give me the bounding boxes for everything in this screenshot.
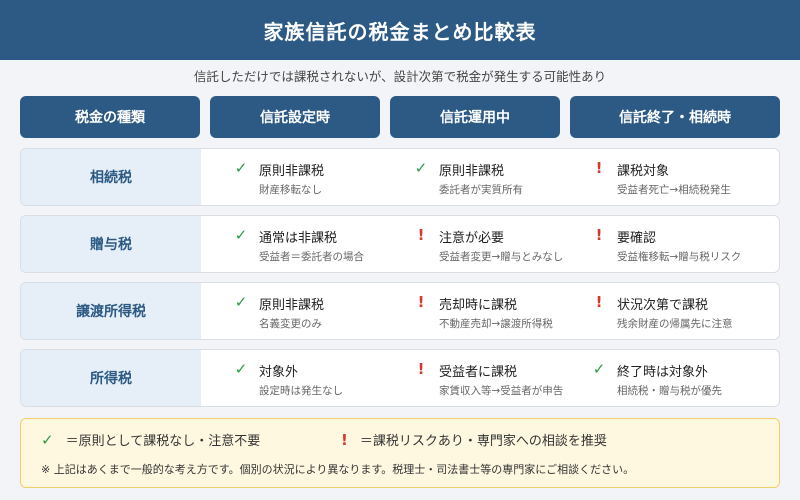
table-cell: ✓ 原則非課税 委託者が実質所有	[413, 149, 583, 205]
check-icon: ✓	[234, 293, 248, 311]
table-cell: ✓ 原則非課税 財産移転なし	[233, 149, 403, 205]
row-label: 相続税	[21, 149, 201, 205]
table-cell: ! 課税対象 受益者死亡→相続税発生	[591, 149, 776, 205]
table-row: 譲渡所得税 ✓ 原則非課税 名義変更のみ ! 売却時に課税 不動産売却→譲渡所得…	[20, 282, 780, 340]
table-cell: ! 状況次第で課税 残余財産の帰属先に注意	[591, 283, 776, 339]
cell-status: 原則非課税	[259, 164, 325, 179]
cell-note: 名義変更のみ	[259, 318, 322, 330]
cell-note: 受益権移転→贈与税リスク	[617, 251, 742, 263]
row-label: 譲渡所得税	[21, 283, 201, 339]
cell-status: 対象外	[259, 365, 299, 380]
page-subtitle: 信託しただけでは課税されないが、設計次第で税金が発生する可能性あり	[193, 69, 607, 84]
table-row: 贈与税 ✓ 通常は非課税 受益者＝委託者の場合 ! 注意が必要 受益者変更→贈与…	[20, 215, 780, 273]
cell-note: 不動産売却→譲渡所得税	[439, 318, 553, 330]
column-header-tax-type: 税金の種類	[20, 96, 200, 138]
page-title: 家族信託の税金まとめ比較表	[0, 0, 800, 60]
table-cell: ! 注意が必要 受益者変更→贈与とみなし	[413, 216, 583, 272]
cell-status: 状況次第で課税	[617, 298, 709, 313]
cell-note: 受益者変更→贈与とみなし	[439, 251, 564, 263]
warning-icon: !	[417, 226, 425, 244]
cell-note: 受益者死亡→相続税発生	[617, 184, 731, 196]
table-row: 所得税 ✓ 対象外 設定時は発生なし ! 受益者に課税 家賃収入等→受益者が申告…	[20, 349, 780, 407]
check-icon: ✓	[41, 431, 54, 449]
cell-note: 設定時は発生なし	[259, 385, 343, 397]
cell-status: 要確認	[617, 231, 657, 246]
cell-status: 通常は非課税	[259, 231, 338, 246]
warning-icon: !	[595, 226, 603, 244]
warning-icon: !	[595, 293, 603, 311]
table-cell: ✓ 通常は非課税 受益者＝委託者の場合	[233, 216, 403, 272]
warning-icon: !	[417, 360, 425, 378]
legend-box: ✓ ＝原則として課税なし・注意不要 ! ＝課税リスクあり・専門家への相談を推奨 ※ …	[20, 418, 780, 488]
warning-icon: !	[595, 159, 603, 177]
check-icon: ✓	[592, 360, 606, 378]
row-label: 贈与税	[21, 216, 201, 272]
legend-warn-text: ＝課税リスクあり・専門家への相談を推奨	[359, 434, 607, 449]
cell-note: 相続税・贈与税が優先	[617, 385, 722, 397]
cell-status: 原則非課税	[439, 164, 505, 179]
table-cell: ! 要確認 受益権移転→贈与税リスク	[591, 216, 776, 272]
cell-status: 注意が必要	[439, 231, 505, 246]
legend-ok: ✓ ＝原則として課税なし・注意不要	[41, 430, 260, 449]
table-cell: ✓ 原則非課税 名義変更のみ	[233, 283, 403, 339]
check-icon: ✓	[234, 226, 248, 244]
table-cell: ✓ 終了時は対象外 相続税・贈与税が優先	[591, 350, 776, 406]
column-header-operation: 信託運用中	[390, 96, 560, 138]
cell-note: 家賃収入等→受益者が申告	[439, 385, 564, 397]
table-cell: ✓ 対象外 設定時は発生なし	[233, 350, 403, 406]
column-header-termination: 信託終了・相続時	[570, 96, 780, 138]
cell-note: 受益者＝委託者の場合	[259, 251, 364, 263]
cell-note: 委託者が実質所有	[439, 184, 523, 196]
cell-note: 残余財産の帰属先に注意	[617, 318, 733, 330]
cell-note: 財産移転なし	[259, 184, 322, 196]
check-icon: ✓	[234, 360, 248, 378]
table-cell: ! 受益者に課税 家賃収入等→受益者が申告	[413, 350, 583, 406]
warning-icon: !	[417, 293, 425, 311]
disclaimer-note: ※ 上記はあくまで一般的な考え方です。個別の状況により異なります。税理士・司法書…	[41, 463, 635, 476]
table-cell: ! 売却時に課税 不動産売却→譲渡所得税	[413, 283, 583, 339]
check-icon: ✓	[414, 159, 428, 177]
legend-ok-text: ＝原則として課税なし・注意不要	[65, 434, 261, 449]
table-row: 相続税 ✓ 原則非課税 財産移転なし ✓ 原則非課税 委託者が実質所有 ! 課税…	[20, 148, 780, 206]
cell-status: 受益者に課税	[439, 365, 518, 380]
cell-status: 終了時は対象外	[617, 365, 709, 380]
warning-icon: !	[341, 431, 348, 449]
legend-warn: ! ＝課税リスクあり・専門家への相談を推奨	[341, 430, 607, 449]
check-icon: ✓	[234, 159, 248, 177]
row-label: 所得税	[21, 350, 201, 406]
column-header-setup: 信託設定時	[210, 96, 380, 138]
cell-status: 原則非課税	[259, 298, 325, 313]
cell-status: 課税対象	[617, 164, 670, 179]
cell-status: 売却時に課税	[439, 298, 518, 313]
